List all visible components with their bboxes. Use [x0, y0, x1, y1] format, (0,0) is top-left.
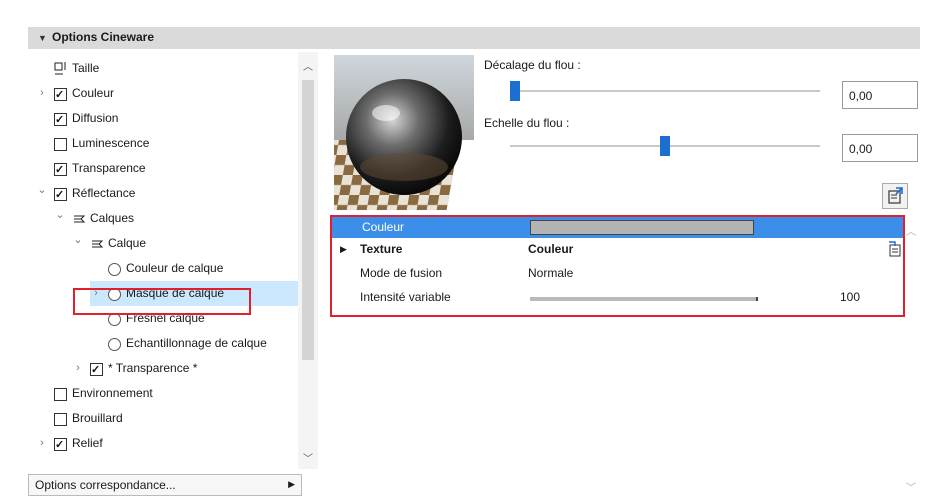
arrow-right-icon: ▶: [288, 479, 295, 489]
tree-item[interactable]: Luminescence: [28, 131, 298, 156]
chevron-right-icon[interactable]: ›: [72, 356, 84, 381]
checkbox[interactable]: [54, 388, 67, 401]
tree-item-label: Réflectance: [72, 186, 136, 200]
checkbox[interactable]: [54, 183, 67, 208]
section-title: Options Cineware: [52, 30, 155, 44]
tree-item[interactable]: Couleur de calque: [28, 256, 298, 281]
tree-item[interactable]: Taille: [28, 56, 298, 81]
chevron-right-icon[interactable]: ›: [36, 431, 48, 456]
channel-tree: Taille › Couleur Diffusion Luminescence Trans…: [28, 52, 298, 469]
checkbox[interactable]: [54, 158, 67, 183]
blur-scale-input[interactable]: 0,00: [842, 134, 918, 162]
blur-offset-label: Décalage du flou :: [484, 58, 581, 72]
tree-item[interactable]: Echantillonnage de calque: [28, 331, 298, 356]
checkbox[interactable]: [54, 138, 67, 151]
scroll-down-icon[interactable]: ﹀: [303, 450, 313, 465]
chevron-down-icon[interactable]: ⌄: [72, 228, 84, 253]
highlight-frame-properties: [330, 215, 905, 317]
scrollbar-thumb[interactable]: [302, 80, 314, 360]
options-cineware-header[interactable]: ▼ Options Cineware: [28, 27, 920, 49]
tree-item-label: Brouillard: [72, 411, 123, 425]
blur-offset-slider-thumb[interactable]: [510, 81, 520, 101]
tree-item-label: Transparence: [72, 161, 146, 175]
blur-offset-input[interactable]: 0,00: [842, 81, 918, 109]
checkbox[interactable]: [54, 413, 67, 426]
tree-item-label: Calques: [90, 211, 135, 225]
tree-item-label: Couleur de calque: [126, 261, 224, 275]
chevron-down-icon[interactable]: ⌄: [54, 203, 66, 228]
tree-item[interactable]: ⌄ Réflectance: [28, 178, 298, 208]
blur-offset-track[interactable]: [510, 90, 820, 92]
scroll-up-icon[interactable]: ︿: [906, 223, 916, 238]
export-icon: [888, 187, 903, 204]
chevron-right-icon[interactable]: ›: [36, 81, 48, 106]
tree-item[interactable]: › * Transparence *: [28, 356, 298, 383]
blur-scale-label: Echelle du flou :: [484, 116, 570, 130]
tree-item-label: Calque: [108, 236, 147, 250]
scroll-down-icon[interactable]: ﹀: [906, 479, 916, 494]
properties-scrollbar[interactable]: ︿ ﹀: [903, 217, 920, 494]
tree-item[interactable]: › Couleur: [28, 81, 298, 108]
tree-item[interactable]: › Relief: [28, 431, 298, 458]
tree-item-label: Couleur: [72, 86, 115, 100]
tree-item[interactable]: Diffusion: [28, 106, 298, 133]
checkbox[interactable]: [54, 108, 67, 133]
tree-item-label: Luminescence: [72, 136, 150, 150]
radio-icon[interactable]: [108, 338, 121, 351]
checkbox[interactable]: [54, 433, 67, 458]
tree-item[interactable]: Environnement: [28, 381, 298, 406]
chevron-down-icon[interactable]: ⌄: [36, 178, 48, 203]
tree-item[interactable]: ⌄ Calques: [28, 206, 298, 231]
checkbox[interactable]: [90, 358, 103, 383]
tree-item-label: Echantillonnage de calque: [126, 336, 267, 350]
tree-item[interactable]: Brouillard: [28, 406, 298, 431]
tree-item-label: Diffusion: [72, 111, 119, 125]
collapse-triangle-icon[interactable]: ▼: [38, 33, 47, 43]
tree-item[interactable]: Transparence: [28, 156, 298, 183]
tree-item-label: Environnement: [72, 386, 153, 400]
blur-scale-slider-thumb[interactable]: [660, 136, 670, 156]
tree-scrollbar[interactable]: ︿ ﹀: [298, 52, 318, 469]
size-icon: [54, 56, 68, 81]
options-correspondance-label: Options correspondance...: [35, 478, 176, 492]
radio-icon[interactable]: [108, 263, 121, 276]
tree-item[interactable]: ⌄ Calque: [28, 231, 298, 256]
checkbox[interactable]: [54, 83, 67, 108]
material-preview: [334, 55, 474, 210]
options-correspondance-button[interactable]: Options correspondance... ▶: [28, 474, 302, 496]
tree-item-label: Relief: [72, 436, 103, 450]
tree-item-label: * Transparence *: [108, 361, 198, 375]
export-settings-button[interactable]: [882, 183, 908, 209]
tree-item-label: Taille: [72, 61, 100, 75]
layers-icon: [90, 231, 104, 256]
scroll-up-icon[interactable]: ︿: [303, 58, 313, 73]
highlight-frame-masque: [73, 288, 251, 315]
